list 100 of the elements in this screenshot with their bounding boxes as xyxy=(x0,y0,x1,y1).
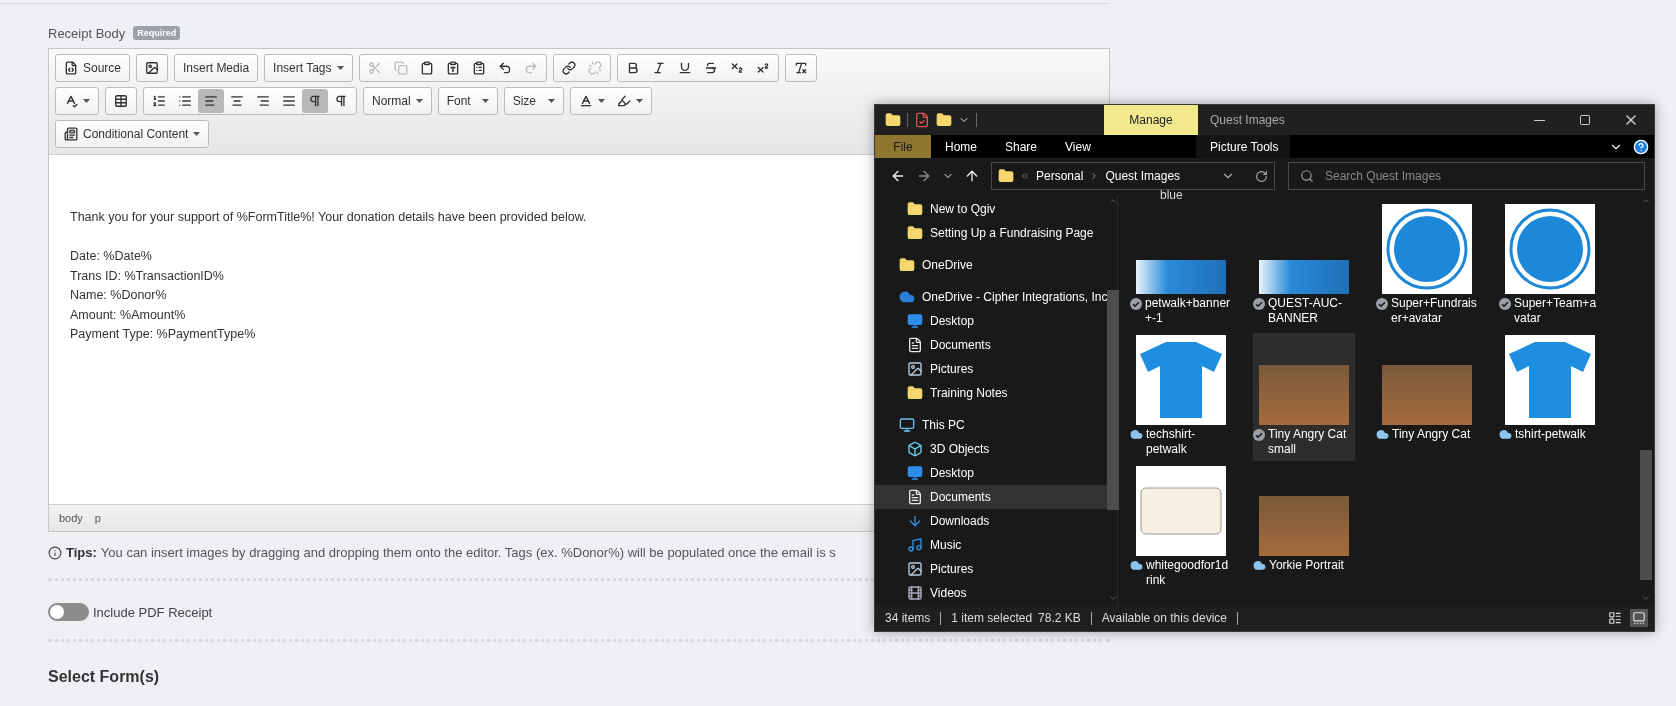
table-icon xyxy=(114,94,128,108)
caret-icon xyxy=(547,99,555,103)
caret-icon xyxy=(193,132,201,136)
align-left-button[interactable] xyxy=(198,89,224,113)
file-name: blue xyxy=(1160,188,1183,202)
file-item[interactable]: techshirt-petwalk xyxy=(1130,333,1232,461)
folder-icon[interactable] xyxy=(885,112,901,128)
nav-item[interactable]: OneDrive - Cipher Integrations, Inc xyxy=(875,285,1108,309)
pasteword-icon xyxy=(471,61,486,75)
nav-item[interactable]: Desktop xyxy=(875,461,1108,485)
spellcheck-button[interactable] xyxy=(55,87,99,115)
center-icon xyxy=(230,94,244,108)
window-title: Quest Images xyxy=(1209,112,1286,129)
file-item[interactable]: Tiny Angry Cat small xyxy=(1253,333,1355,461)
breadcrumb-item[interactable]: Personal xyxy=(1036,169,1084,183)
italic-icon xyxy=(651,61,666,75)
file-item[interactable]: QUEST-AUC-BANNER xyxy=(1253,202,1355,330)
toggle-switch[interactable] xyxy=(48,603,89,621)
nav-item[interactable]: Videos xyxy=(875,581,1108,605)
ul-icon xyxy=(178,94,192,108)
required-badge: Required xyxy=(133,26,181,40)
maximize-icon xyxy=(1579,114,1591,126)
nav-item[interactable]: 3D Objects xyxy=(875,437,1108,461)
checklist-icon[interactable] xyxy=(914,112,930,128)
cut-icon xyxy=(367,61,382,75)
dropdown-button[interactable]: Normal xyxy=(363,87,432,115)
scroll-thumb[interactable] xyxy=(1640,449,1652,580)
conditional-content-button[interactable]: Conditional Content xyxy=(55,120,210,148)
refresh-icon[interactable] xyxy=(1255,169,1268,183)
ribbon-tab[interactable]: Share xyxy=(991,135,1052,158)
status-text: Available on this device xyxy=(1101,611,1227,625)
dropdown-button[interactable]: Size xyxy=(503,87,564,115)
body-text: Amount: %Amount% xyxy=(70,306,186,324)
nav-item[interactable]: Setting Up a Fundraising Page xyxy=(875,221,1108,245)
pastetext-icon xyxy=(445,61,460,75)
ribbon-tab[interactable]: Home xyxy=(931,135,991,158)
folder-icon xyxy=(998,168,1014,184)
clear-format-button[interactable] xyxy=(784,54,817,82)
link-icon xyxy=(561,61,576,75)
details-view-button[interactable] xyxy=(1606,609,1624,627)
music-note-icon xyxy=(907,537,923,553)
search-icon xyxy=(1300,169,1314,183)
document-icon xyxy=(907,337,923,353)
film-icon xyxy=(907,585,923,601)
dropdown-button[interactable]: Insert Tags xyxy=(264,54,353,82)
file-item[interactable]: whitegoodfor1drink xyxy=(1130,464,1232,592)
nav-item[interactable]: Desktop xyxy=(875,309,1108,333)
path-item[interactable]: body xyxy=(59,512,83,524)
textcolor-icon xyxy=(578,94,593,108)
folder-icon xyxy=(907,201,923,217)
scroll-thumb[interactable] xyxy=(1107,289,1120,510)
toolbar-button[interactable]: Insert Media xyxy=(174,54,259,82)
file-item[interactable]: Super+Team+avatar xyxy=(1499,202,1601,330)
nav-item[interactable]: Pictures xyxy=(875,557,1108,581)
large-icons-view-button[interactable] xyxy=(1630,609,1648,627)
nav-item[interactable]: OneDrive xyxy=(875,253,1108,277)
file-item[interactable]: petwalk+banner+-1 xyxy=(1130,202,1232,330)
computer-icon xyxy=(899,417,915,433)
file-item[interactable]: Tiny Angry Cat xyxy=(1376,333,1478,461)
thumbnails-icon xyxy=(1632,611,1646,625)
left-to-right-button[interactable] xyxy=(302,89,328,113)
body-text: Thank you for your support of %FormTitle%! Your donation details have been provided below. xyxy=(70,209,587,226)
justify-icon xyxy=(282,94,296,108)
toggle-label: Include PDF Receipt xyxy=(93,604,213,620)
search-field[interactable]: Search Quest Images xyxy=(1288,162,1645,190)
nav-item[interactable]: Music xyxy=(875,533,1108,557)
source-button[interactable]: Source xyxy=(55,54,131,82)
nav-item[interactable]: New to Qgiv xyxy=(875,197,1108,221)
strike-icon xyxy=(703,61,718,75)
document-icon xyxy=(907,489,923,505)
caret-icon xyxy=(415,99,423,103)
table-button[interactable] xyxy=(105,87,137,115)
unlink-icon xyxy=(587,61,602,75)
context-tab[interactable]: Manage xyxy=(1104,105,1198,135)
folder-icon xyxy=(899,257,915,273)
file-item[interactable]: Super+Fundraiser+avatar xyxy=(1376,202,1478,330)
picture-icon xyxy=(907,561,923,577)
dropdown-button[interactable]: Font xyxy=(437,87,498,115)
folder-icon[interactable] xyxy=(936,112,952,128)
file-item[interactable]: tshirt-petwalk xyxy=(1499,333,1601,461)
file-menu-tab[interactable]: File xyxy=(875,135,931,158)
nav-item[interactable]: Downloads xyxy=(875,509,1108,533)
image-button[interactable] xyxy=(136,54,169,82)
body-text: Payment Type: %PaymentType% xyxy=(70,326,256,343)
nav-item[interactable]: Pictures xyxy=(875,357,1108,381)
left-icon xyxy=(204,94,218,108)
path-item[interactable]: p xyxy=(94,512,101,524)
nav-item[interactable]: This PC xyxy=(875,413,1108,437)
address-bar[interactable]: Personal Quest Images xyxy=(991,162,1275,190)
up-arrow-icon xyxy=(964,168,980,184)
ribbon-tab[interactable]: View xyxy=(1051,135,1105,158)
bgcolor-icon xyxy=(616,94,631,108)
nav-item[interactable]: Training Notes xyxy=(875,381,1108,405)
nav-item[interactable]: Documents xyxy=(875,333,1108,357)
file-item[interactable]: Yorkie Portrait xyxy=(1253,464,1355,592)
nav-item[interactable]: Documents xyxy=(875,485,1108,509)
caret-icon xyxy=(481,99,489,103)
body-text: Name: %Donor% xyxy=(70,287,167,304)
field-label: Receipt Body xyxy=(48,25,126,41)
breadcrumb-item[interactable]: Quest Images xyxy=(1105,169,1181,183)
